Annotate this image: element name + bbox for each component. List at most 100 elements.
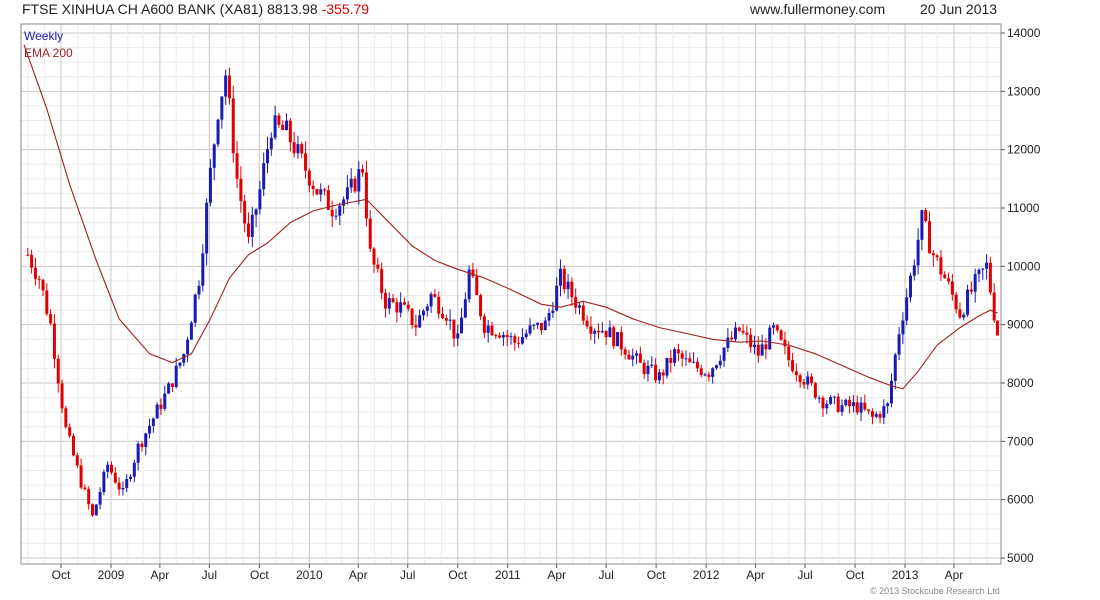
candle-body-down	[680, 353, 684, 359]
candle-body-down	[380, 268, 384, 293]
candle-body-down	[368, 218, 372, 249]
candle-body-down	[315, 189, 319, 195]
candle-body-down	[281, 124, 285, 131]
candle-body-down	[787, 346, 791, 361]
x-tick-label: Apr	[746, 568, 765, 582]
candle-body-down	[498, 335, 502, 338]
candle-body-up	[600, 330, 604, 333]
candle-body-down	[353, 178, 357, 192]
candle-body-up	[319, 189, 323, 195]
candle-body-down	[676, 349, 680, 354]
candle-body-up	[98, 492, 102, 505]
candle-body-up	[577, 305, 581, 308]
candle-body-down	[243, 201, 247, 224]
candle-body-up	[536, 322, 540, 325]
candle-body-down	[110, 464, 114, 473]
candle-body-down	[798, 375, 802, 382]
x-tick-label: Apr	[151, 568, 170, 582]
candle-body-up	[817, 397, 821, 399]
candle-body-down	[26, 254, 30, 256]
candle-body-up	[966, 289, 970, 315]
candle-body-up	[874, 414, 878, 417]
candle-body-up	[753, 344, 756, 348]
candle-body-up	[189, 322, 193, 340]
candle-body-up	[646, 365, 650, 375]
candle-body-up	[258, 189, 262, 210]
candle-body-up	[193, 294, 197, 323]
candle-body-down	[848, 399, 852, 407]
candle-body-down	[246, 223, 250, 237]
candle-body-down	[311, 185, 315, 190]
x-tick-label: Jul	[400, 568, 415, 582]
candle-body-up	[616, 332, 620, 347]
candle-body-down	[437, 296, 441, 314]
candle-body-up	[882, 406, 886, 418]
y-tick-label: 10000	[1007, 259, 1041, 273]
candle-body-up	[985, 262, 989, 269]
candle-body-up	[768, 327, 772, 350]
candle-body-down	[37, 278, 41, 280]
candle-body-down	[87, 489, 91, 505]
candle-body-down	[863, 402, 867, 410]
candle-body-down	[323, 189, 327, 191]
candle-body-down	[383, 292, 387, 309]
candle-body-down	[969, 289, 973, 292]
candle-body-down	[699, 368, 703, 375]
x-tick-label: Oct	[250, 568, 269, 582]
candle-body-down	[471, 269, 475, 277]
x-tick-label: Jul	[202, 568, 217, 582]
candle-body-up	[703, 374, 707, 376]
candle-body-up	[543, 320, 547, 331]
candle-body-up	[285, 120, 289, 131]
candle-body-up	[94, 504, 98, 516]
candle-body-up	[467, 269, 471, 300]
candle-body-down	[783, 339, 787, 347]
candle-body-up	[859, 402, 863, 413]
candle-body-up	[722, 347, 726, 361]
candle-body-down	[475, 276, 479, 295]
candle-body-up	[825, 403, 829, 409]
candle-body-up	[208, 167, 212, 203]
candle-body-up	[520, 337, 524, 344]
candle-body-up	[456, 333, 460, 339]
candle-body-up	[962, 314, 966, 318]
candle-body-up	[136, 443, 140, 463]
candle-body-down	[604, 330, 608, 338]
candle-body-up	[657, 372, 661, 381]
candle-body-down	[867, 409, 871, 412]
candle-body-down	[821, 397, 825, 409]
candle-body-up	[129, 476, 133, 479]
candle-body-up	[844, 399, 848, 406]
candle-body-down	[627, 354, 631, 360]
candle-body-up	[342, 199, 346, 206]
candle-body-down	[414, 325, 418, 328]
candle-body-down	[330, 209, 334, 217]
candle-body-down	[277, 115, 281, 125]
candle-body-up	[125, 478, 129, 489]
candle-body-up	[905, 297, 909, 321]
candle-body-down	[669, 357, 673, 363]
candle-body-down	[79, 465, 83, 488]
candle-body-down	[364, 172, 368, 219]
price-chart: 5000 6000 7000 8000 9000 10000 11000 12000 13000…	[20, 23, 1041, 582]
candle-body-down	[60, 383, 64, 409]
candle-body-up	[205, 202, 209, 254]
candle-body-down	[810, 376, 814, 384]
candle-body-down	[597, 330, 601, 333]
candle-body-down	[585, 320, 589, 327]
candle-body-down	[581, 305, 585, 321]
candle-body-down	[924, 210, 928, 222]
x-tick-label: 2011	[495, 568, 521, 582]
candle-body-down	[292, 142, 296, 154]
candle-body-up	[711, 368, 715, 377]
candle-body-up	[460, 317, 464, 334]
candle-body-up	[151, 418, 155, 426]
candle-body-down	[49, 314, 53, 324]
candle-body-down	[288, 120, 292, 143]
candle-body-up	[840, 405, 844, 412]
x-tick-label: Oct	[647, 568, 666, 582]
candle-body-up	[897, 334, 901, 355]
candle-body-down	[513, 336, 517, 343]
candle-body-down	[376, 264, 380, 269]
candle-body-up	[501, 334, 505, 338]
